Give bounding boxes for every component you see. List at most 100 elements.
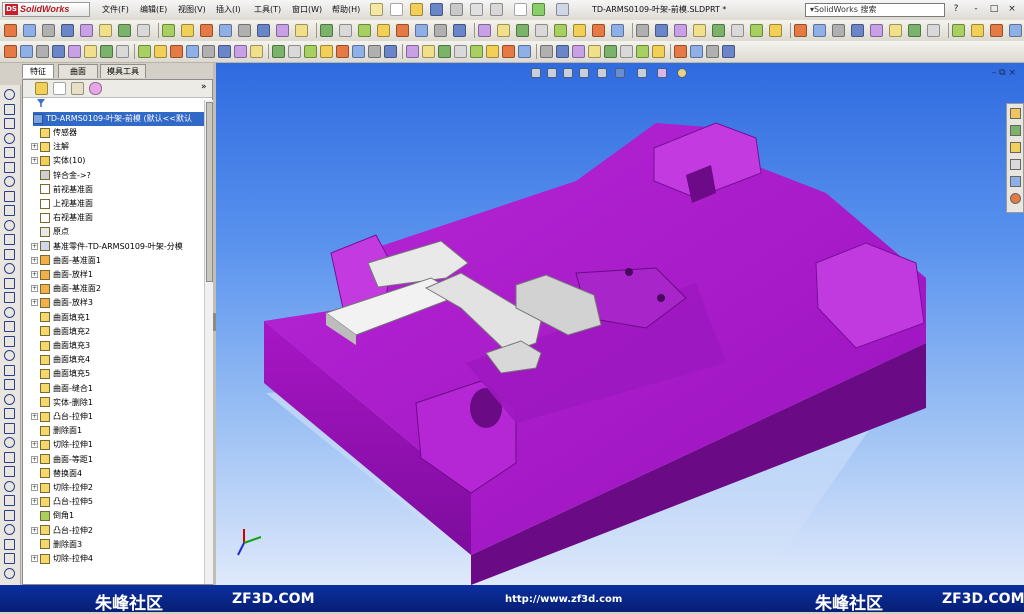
sketch-tool-icon[interactable] [4,379,15,390]
toolbar-tool-icon[interactable] [396,24,409,37]
sketch-tool-icon[interactable] [4,147,15,158]
toolbar-tool-icon[interactable] [181,24,194,37]
options-icon[interactable] [556,3,569,16]
feature-tool-icon[interactable] [116,45,129,58]
feature-tool-icon[interactable] [674,45,687,58]
toolbar-tool-icon[interactable] [927,24,940,37]
sketch-tool-icon[interactable] [4,509,15,521]
tree-item[interactable]: 删除面3 [31,538,211,552]
feature-tool-icon[interactable] [604,45,617,58]
toolbar-tool-icon[interactable] [693,24,706,37]
toolbar-tool-icon[interactable] [358,24,371,37]
tree-item[interactable]: 锌合金->? [31,169,211,183]
toolbar-tool-icon[interactable] [655,24,668,37]
feature-tool-icon[interactable] [154,45,167,58]
feature-tool-icon[interactable] [234,45,247,58]
feature-tool-icon[interactable] [304,45,317,58]
feature-tool-icon[interactable] [250,45,263,58]
tree-item[interactable]: 右视基准面 [31,211,211,225]
tree-item[interactable]: + 曲面-放样3 [31,296,211,310]
sketch-tool-icon[interactable] [4,118,15,129]
toolbar-tool-icon[interactable] [813,24,826,37]
sketch-tool-icon[interactable] [4,161,15,173]
toolbar-tool-icon[interactable] [870,24,883,37]
feature-tool-icon[interactable] [486,45,499,58]
maximize-button[interactable]: □ [988,3,1000,15]
feature-tool-icon[interactable] [84,45,97,58]
toolbar-tool-icon[interactable] [42,24,55,37]
feature-tool-icon[interactable] [4,45,17,58]
search-input[interactable]: ▾SolidWorks 搜索 [805,3,945,17]
tree-item[interactable]: + 曲面-基准面2 [31,282,211,296]
toolbar-tool-icon[interactable] [23,24,36,37]
tab-mold-tools[interactable]: 模具工具 [100,64,146,78]
toolbar-tool-icon[interactable] [889,24,902,37]
redo-icon[interactable] [490,3,503,16]
toolbar-tool-icon[interactable] [257,24,270,37]
toolbar-tool-icon[interactable] [674,24,687,37]
save-icon[interactable] [430,3,443,16]
menu-help[interactable]: 帮助(H) [332,4,360,15]
feature-tool-icon[interactable] [556,45,569,58]
toolbar-tool-icon[interactable] [339,24,352,37]
toolbar-tool-icon[interactable] [434,24,447,37]
feature-tool-icon[interactable] [202,45,215,58]
mold-model-render[interactable] [216,63,1024,585]
expand-toggle-icon[interactable]: + [31,413,38,420]
tree-item[interactable]: 原点 [31,225,211,239]
toolbar-tool-icon[interactable] [415,24,428,37]
tree-item[interactable]: + 注解 [31,140,211,154]
expand-toggle-icon[interactable]: + [31,285,38,293]
tree-item[interactable]: 删除面1 [31,424,211,438]
toolbar-tool-icon[interactable] [238,24,251,37]
toolbar-tool-icon[interactable] [794,24,807,37]
toolbar-tool-icon[interactable] [61,24,74,37]
feature-tool-icon[interactable] [138,45,151,58]
menu-insert[interactable]: 插入(I) [216,4,241,15]
sketch-tool-icon[interactable] [4,480,15,492]
feature-tool-icon[interactable] [170,45,183,58]
feature-tool-icon[interactable] [288,45,301,58]
feature-tool-icon[interactable] [706,45,719,58]
tree-item[interactable]: 曲面填充1 [31,311,211,325]
sketch-tool-icon[interactable] [4,393,15,405]
toolbar-tool-icon[interactable] [750,24,763,37]
menu-file[interactable]: 文件(F) [102,4,129,15]
toolbar-tool-icon[interactable] [535,24,548,37]
toolbar-tool-icon[interactable] [516,24,529,37]
new-document-icon[interactable] [390,3,403,16]
property-manager-icon[interactable] [53,82,66,95]
feature-tool-icon[interactable] [186,45,199,58]
feature-tool-icon[interactable] [218,45,231,58]
toolbar-tool-icon[interactable] [990,24,1003,37]
sketch-tool-icon[interactable] [4,132,15,144]
toolbar-tool-icon[interactable] [497,24,510,37]
toolbar-tool-icon[interactable] [219,24,232,37]
select-cursor-icon[interactable] [514,3,527,16]
tree-item[interactable]: 曲面填充5 [31,367,211,381]
feature-tool-icon[interactable] [722,45,735,58]
toolbar-tool-icon[interactable] [573,24,586,37]
feature-tool-icon[interactable] [384,45,397,58]
expand-toggle-icon[interactable]: + [31,455,38,463]
toolbar-tool-icon[interactable] [832,24,845,37]
sketch-tool-icon[interactable] [4,306,15,318]
sketch-tool-icon[interactable] [4,408,15,419]
expand-toggle-icon[interactable]: + [31,242,38,250]
tree-item[interactable]: + 曲面-基准面1 [31,254,211,268]
toolbar-tool-icon[interactable] [200,24,213,37]
sketch-tool-icon[interactable] [4,524,15,535]
toolbar-tool-icon[interactable] [295,24,308,37]
tree-item[interactable]: + 凸台-拉伸1 [31,410,211,424]
toolbar-tool-icon[interactable] [4,24,17,37]
sketch-tool-icon[interactable] [4,277,15,289]
toolbar-tool-icon[interactable] [908,24,921,37]
tree-item[interactable]: 实体-删除1 [31,396,211,410]
toolbar-tool-icon[interactable] [971,24,984,37]
expand-toggle-icon[interactable]: + [31,157,38,165]
toolbar-tool-icon[interactable] [712,24,725,37]
feature-tool-icon[interactable] [52,45,65,58]
tab-surfaces[interactable]: 曲面 [58,64,98,78]
feature-tool-icon[interactable] [36,45,49,58]
feature-tool-icon[interactable] [100,45,113,58]
